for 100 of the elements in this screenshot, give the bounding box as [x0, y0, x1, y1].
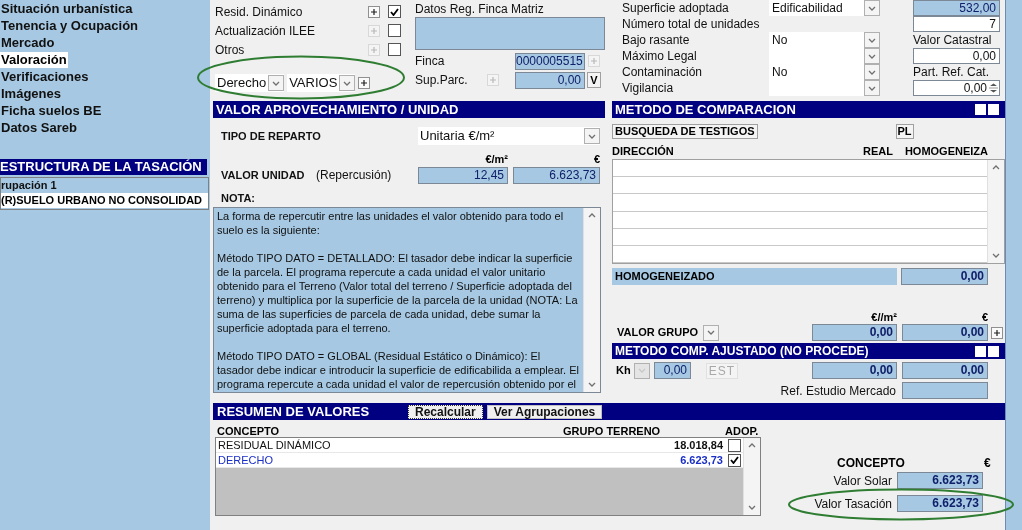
header-button[interactable]	[975, 345, 986, 357]
value-field[interactable]: 12,45	[418, 166, 508, 184]
plus-icon	[371, 46, 377, 53]
nav-item[interactable]: Ficha suelos BE	[0, 102, 103, 119]
nav-item[interactable]: Datos Sareb	[0, 119, 78, 136]
dropdown-button[interactable]	[864, 48, 880, 64]
field-label: VALOR GRUPO	[616, 325, 700, 341]
dropdown-button[interactable]	[864, 32, 880, 48]
text-area[interactable]	[415, 17, 605, 50]
column-header: €//m²	[870, 312, 897, 323]
spinner-icon	[989, 83, 998, 93]
nav-item[interactable]: Valoración	[0, 51, 68, 68]
value-field[interactable]: 0,00	[902, 324, 988, 341]
chevron-icon	[992, 253, 1000, 258]
plus-button[interactable]	[358, 77, 371, 89]
value-field[interactable]: 0,00	[515, 71, 585, 89]
chevron-icon	[868, 5, 876, 11]
column-header: CONCEPTO	[836, 456, 906, 470]
value-field[interactable]: 0,00	[902, 362, 988, 379]
value-field[interactable]: 0,00	[901, 268, 988, 285]
column-header: DIRECCIÓN	[612, 145, 675, 158]
plus-icon	[591, 58, 597, 64]
column-header: €	[592, 153, 600, 165]
plus-button[interactable]	[991, 326, 1003, 339]
dropdown[interactable]: No	[769, 64, 880, 80]
chevron-icon	[868, 85, 876, 91]
column-header: CONCEPTO	[216, 425, 281, 437]
checkbox[interactable]	[388, 5, 401, 18]
value-field[interactable]: 6.623,73	[897, 472, 983, 489]
nav-item[interactable]: Mercado	[0, 34, 56, 51]
pl-button[interactable]: PL	[895, 123, 914, 139]
field-label: Sup.Parc.	[415, 72, 469, 89]
scrollbar[interactable]	[743, 438, 760, 515]
value-field[interactable]	[902, 382, 988, 399]
plus-icon	[361, 80, 368, 86]
dropdown[interactable]: Unitaria €/m²	[418, 127, 600, 145]
dropdown-button[interactable]	[864, 64, 880, 80]
section-title: METODO COMP. AJUSTADO (NO PROCEDE)	[615, 343, 869, 360]
dropdown[interactable]: VARIOS	[287, 74, 356, 92]
value-field[interactable]: 0000005515	[515, 52, 585, 70]
dropdown-button[interactable]	[864, 0, 880, 16]
spinner-field[interactable]: 0,00	[913, 80, 1000, 96]
section-title: RESUMEN DE VALORES	[216, 402, 371, 421]
checkbox[interactable]	[728, 438, 741, 452]
value-field[interactable]: 532,00	[913, 0, 1000, 16]
dropdown[interactable]	[769, 80, 880, 96]
value-field[interactable]: 6.623,73	[897, 495, 983, 512]
chevron-icon	[707, 330, 715, 335]
field-label: Part. Ref. Cat.	[913, 64, 990, 81]
field-label: Valor Tasación	[814, 495, 892, 513]
field-label: VALOR UNIDAD	[220, 167, 306, 183]
v-button[interactable]: V	[587, 72, 601, 88]
chevron-icon	[868, 69, 876, 75]
checkbox[interactable]	[728, 453, 741, 467]
nav-item[interactable]: Situación urbanística	[0, 0, 134, 17]
dropdown[interactable]: Derecho	[215, 74, 285, 92]
value-field[interactable]: 6.623,73	[513, 166, 600, 184]
search-button[interactable]: BUSQUEDA DE TESTIGOS	[612, 123, 758, 139]
dropdown[interactable]: Edificabilidad	[769, 0, 880, 16]
tree-item[interactable]: rupación 1	[1, 178, 208, 193]
note-paragraph: La forma de repercutir entre las unidades el valor obtenido para todo el suelo es la siguiente:	[217, 209, 565, 237]
column-header: GRUPO TERRENO	[563, 425, 659, 437]
checkbox[interactable]	[388, 24, 401, 37]
toolbar-button[interactable]: Recalcular	[408, 404, 483, 419]
field-label: Contaminación	[622, 64, 704, 81]
plus-button[interactable]	[368, 5, 380, 18]
field-label: Ref. Estudio Mercado	[779, 382, 897, 400]
nav-item[interactable]: Imágenes	[0, 85, 62, 102]
dropdown-button[interactable]	[864, 80, 880, 96]
table-cell-text: RESIDUAL DINÁMICO	[217, 437, 332, 453]
method-label: Otros	[215, 41, 246, 59]
dropdown-button[interactable]	[584, 128, 600, 144]
value-field[interactable]: 0,00	[812, 362, 897, 379]
toolbar-button[interactable]: Ver Agrupaciones	[486, 404, 603, 419]
nav-item[interactable]: Verificaciones	[0, 68, 90, 85]
scrollbar[interactable]	[987, 160, 1004, 263]
chevron-icon	[638, 368, 646, 373]
value-field[interactable]: 0,00	[913, 48, 1000, 64]
chevron-icon	[868, 37, 876, 43]
value-field[interactable]: 0,00	[812, 324, 897, 341]
chevron-icon	[343, 80, 352, 86]
plus-icon	[371, 8, 377, 15]
value-field[interactable]: 0,00	[654, 362, 691, 379]
checkbox[interactable]	[388, 43, 401, 56]
dropdown-button[interactable]	[268, 75, 285, 91]
chevron-icon	[868, 53, 876, 59]
tree-item[interactable]: (R)SUELO URBANO NO CONSOLIDAD	[1, 193, 208, 208]
section-title: ESTRUCTURA DE LA TASACIÓN	[0, 158, 202, 177]
chevron-icon	[748, 505, 756, 510]
chevron-icon	[992, 165, 1000, 170]
dropdown-button[interactable]	[703, 324, 719, 341]
dropdown[interactable]: No	[769, 32, 880, 48]
chevron-icon	[588, 382, 596, 387]
note-box[interactable]	[213, 207, 601, 393]
scrollbar[interactable]	[583, 208, 600, 392]
nav-item[interactable]: Tenencia y Ocupación	[0, 17, 140, 34]
header-button[interactable]	[988, 345, 999, 357]
value-field[interactable]: 7	[913, 16, 1000, 32]
field-label: Datos Reg. Finca Matriz	[415, 1, 545, 17]
field-label: Número total de unidades	[622, 16, 761, 33]
